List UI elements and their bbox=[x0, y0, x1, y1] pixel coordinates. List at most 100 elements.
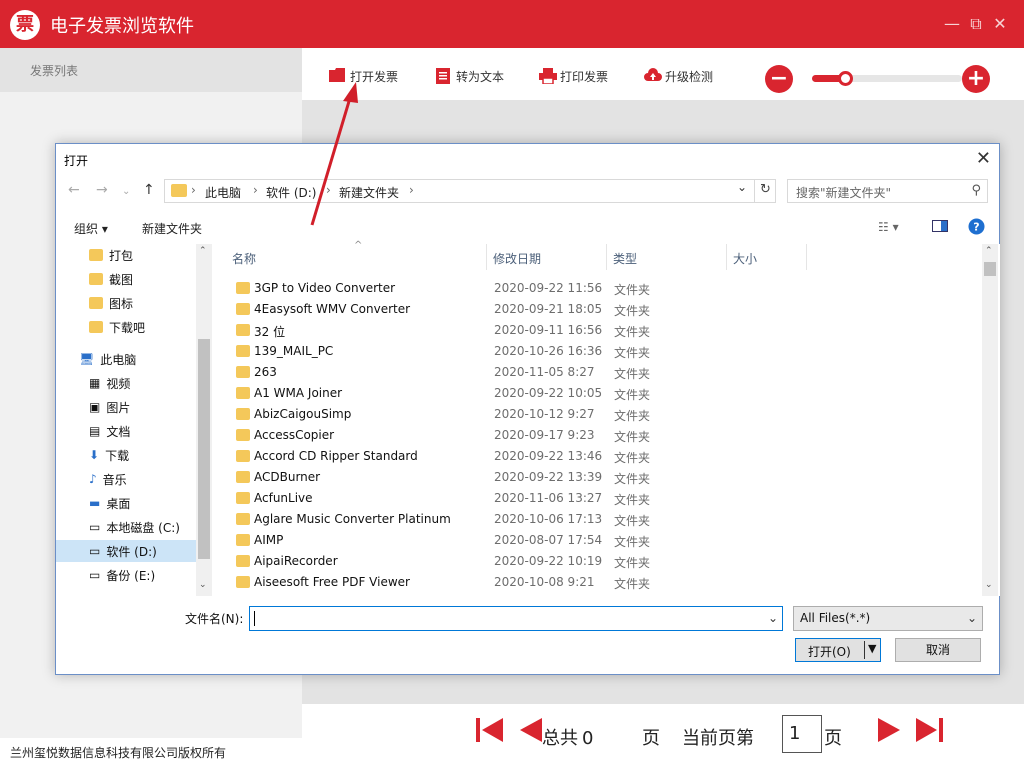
file-type: 文件夹 bbox=[614, 388, 651, 402]
file-row[interactable]: Aiseesoft Free PDF Viewer 2020-10-08 9:21… bbox=[232, 572, 962, 593]
nav-item-documents[interactable]: ▤ 文档 bbox=[89, 420, 130, 442]
file-row[interactable]: 3GP to Video Converter 2020-09-22 11:56 文件… bbox=[232, 278, 962, 299]
open-dropdown-icon[interactable]: ▼ bbox=[868, 642, 876, 655]
to-text-button[interactable]: 转为文本 bbox=[435, 66, 504, 86]
scroll-down-icon[interactable]: ⌄ bbox=[199, 580, 207, 590]
back-arrow-icon[interactable]: ← bbox=[68, 182, 80, 198]
file-list-scrollbar[interactable]: ⌃ ⌄ bbox=[982, 244, 998, 596]
refresh-icon[interactable]: ↻ bbox=[754, 179, 776, 203]
file-row[interactable]: 263 2020-11-05 8:27 文件夹 bbox=[232, 362, 962, 383]
search-input[interactable]: 搜索"新建文件夹" ⚲ bbox=[787, 179, 988, 203]
nav-item-drive-e[interactable]: ▭ 备份 (E:) bbox=[89, 564, 155, 586]
file-row[interactable]: Aglare Music Converter Platinum 2020-10-0… bbox=[232, 509, 962, 530]
folder-icon bbox=[236, 492, 250, 504]
up-arrow-icon[interactable]: ↑ bbox=[143, 182, 155, 198]
print-invoice-button[interactable]: 打印发票 bbox=[539, 66, 608, 86]
zoom-slider[interactable] bbox=[812, 71, 962, 86]
open-button[interactable]: 打开(O) ▼ bbox=[795, 638, 881, 662]
scroll-down-icon[interactable]: ⌄ bbox=[985, 580, 993, 590]
column-type[interactable]: 类型 bbox=[613, 250, 637, 267]
help-icon[interactable]: ? bbox=[968, 218, 985, 238]
recent-dropdown-icon[interactable]: ⌄ bbox=[122, 186, 130, 197]
upgrade-check-button[interactable]: 升级检测 bbox=[644, 66, 713, 86]
address-bar[interactable]: › 此电脑 › 软件 (D:) › 新建文件夹 › bbox=[164, 179, 776, 203]
column-size[interactable]: 大小 bbox=[733, 250, 757, 267]
current-page-label: 当前页第 bbox=[682, 728, 754, 749]
nav-item-quick-1[interactable]: 截图 bbox=[89, 268, 133, 290]
file-row[interactable]: ACDBurner 2020-09-22 13:39 文件夹 bbox=[232, 467, 962, 488]
folder-icon bbox=[171, 184, 187, 197]
next-page-button[interactable] bbox=[878, 716, 902, 751]
zoom-in-button[interactable]: + bbox=[962, 65, 990, 93]
zoom-out-button[interactable]: − bbox=[765, 65, 793, 93]
nav-item-quick-3[interactable]: 下载吧 bbox=[89, 316, 145, 338]
filename-input[interactable]: ⌄ bbox=[249, 606, 783, 631]
file-row[interactable]: AcfunLive 2020-11-06 13:27 文件夹 bbox=[232, 488, 962, 509]
file-name: ACDBurner bbox=[254, 470, 321, 484]
file-type: 文件夹 bbox=[614, 451, 651, 465]
preview-pane-icon[interactable] bbox=[932, 220, 948, 235]
file-type: 文件夹 bbox=[614, 430, 651, 444]
nav-item-drive-c[interactable]: ▭ 本地磁盘 (C:) bbox=[89, 516, 180, 538]
file-type: 文件夹 bbox=[614, 346, 651, 360]
organize-button[interactable]: 组织 ▾ bbox=[74, 220, 108, 237]
close-icon[interactable]: ✕ bbox=[990, 14, 1010, 34]
maximize-icon[interactable]: ⧉ bbox=[966, 14, 986, 34]
total-count: 0 bbox=[582, 728, 594, 749]
file-row[interactable]: A1 WMA Joiner 2020-09-22 10:05 文件夹 bbox=[232, 383, 962, 404]
nav-item-quick-2[interactable]: 图标 bbox=[89, 292, 133, 314]
print-invoice-label: 打印发票 bbox=[560, 69, 609, 84]
minimize-icon[interactable]: — bbox=[942, 14, 962, 34]
previous-page-button[interactable] bbox=[518, 716, 542, 751]
new-folder-button[interactable]: 新建文件夹 bbox=[142, 220, 202, 237]
desktop-icon: ▬ bbox=[89, 496, 101, 510]
column-modified[interactable]: 修改日期 bbox=[493, 250, 541, 267]
address-dropdown-icon[interactable]: ⌄ bbox=[737, 180, 747, 194]
download-icon: ⬇ bbox=[89, 448, 100, 462]
file-date: 2020-10-06 17:13 bbox=[494, 512, 603, 526]
last-page-button[interactable] bbox=[916, 716, 944, 751]
file-row[interactable]: AccessCopier 2020-09-17 9:23 文件夹 bbox=[232, 425, 962, 446]
file-list-scrollbar-thumb[interactable] bbox=[984, 262, 996, 276]
breadcrumb-this-pc[interactable]: 此电脑 bbox=[205, 184, 241, 201]
breadcrumb-drive-d[interactable]: 软件 (D:) bbox=[266, 184, 316, 201]
copyright-text: 兰州玺悦数据信息科技有限公司版权所有 bbox=[10, 746, 227, 760]
scroll-up-icon[interactable]: ⌃ bbox=[985, 246, 993, 256]
current-page-input[interactable]: 1 bbox=[782, 715, 822, 753]
nav-item-downloads[interactable]: ⬇ 下载 bbox=[89, 444, 129, 466]
nav-item-desktop[interactable]: ▬ 桌面 bbox=[89, 492, 130, 514]
nav-item-this-pc[interactable]: 🖥 此电脑 bbox=[79, 348, 136, 370]
nav-item-videos[interactable]: ▦ 视频 bbox=[89, 372, 130, 394]
file-type-select[interactable]: All Files(*.*) ⌄ bbox=[793, 606, 983, 631]
forward-arrow-icon[interactable]: → bbox=[96, 182, 108, 198]
view-options-icon[interactable]: ☷ ▾ bbox=[878, 220, 899, 234]
file-row[interactable]: Accord CD Ripper Standard 2020-09-22 13:4… bbox=[232, 446, 962, 467]
file-row[interactable]: AIMP 2020-08-07 17:54 文件夹 bbox=[232, 530, 962, 551]
nav-item-drive-d[interactable]: ▭ 软件 (D:) bbox=[56, 540, 196, 562]
folder-icon bbox=[89, 297, 103, 309]
file-name: Aglare Music Converter Platinum bbox=[254, 512, 451, 526]
nav-scrollbar[interactable]: ⌃ ⌄ bbox=[196, 244, 212, 596]
dialog-close-icon[interactable]: ✕ bbox=[976, 148, 991, 169]
file-row[interactable]: 4Easysoft WMV Converter 2020-09-21 18:05 文… bbox=[232, 299, 962, 320]
nav-scrollbar-thumb[interactable] bbox=[198, 339, 210, 559]
zoom-slider-thumb[interactable] bbox=[838, 71, 853, 86]
scroll-up-icon[interactable]: ⌃ bbox=[199, 246, 207, 256]
svg-text:?: ? bbox=[973, 221, 979, 234]
column-name[interactable]: 名称 bbox=[232, 250, 256, 267]
file-row[interactable]: AipaiRecorder 2020-09-22 10:19 文件夹 bbox=[232, 551, 962, 572]
file-row[interactable]: AbizCaigouSimp 2020-10-12 9:27 文件夹 bbox=[232, 404, 962, 425]
nav-item-music[interactable]: ♪ 音乐 bbox=[89, 468, 127, 490]
file-row[interactable]: 32 位 2020-09-11 16:56 文件夹 bbox=[232, 320, 962, 341]
open-invoice-button[interactable]: 打开发票 bbox=[329, 66, 398, 86]
cancel-button[interactable]: 取消 bbox=[895, 638, 981, 662]
first-page-button[interactable] bbox=[476, 716, 504, 751]
upgrade-check-label: 升级检测 bbox=[665, 69, 714, 84]
nav-item-pictures[interactable]: ▣ 图片 bbox=[89, 396, 130, 418]
breadcrumb-new-folder[interactable]: 新建文件夹 bbox=[339, 184, 399, 201]
filename-dropdown-icon[interactable]: ⌄ bbox=[768, 611, 778, 625]
file-row[interactable]: 139_MAIL_PC 2020-10-26 16:36 文件夹 bbox=[232, 341, 962, 362]
search-placeholder: 搜索"新建文件夹" bbox=[796, 186, 892, 200]
file-name: AccessCopier bbox=[254, 428, 335, 442]
nav-item-quick-0[interactable]: 打包 bbox=[89, 244, 133, 266]
